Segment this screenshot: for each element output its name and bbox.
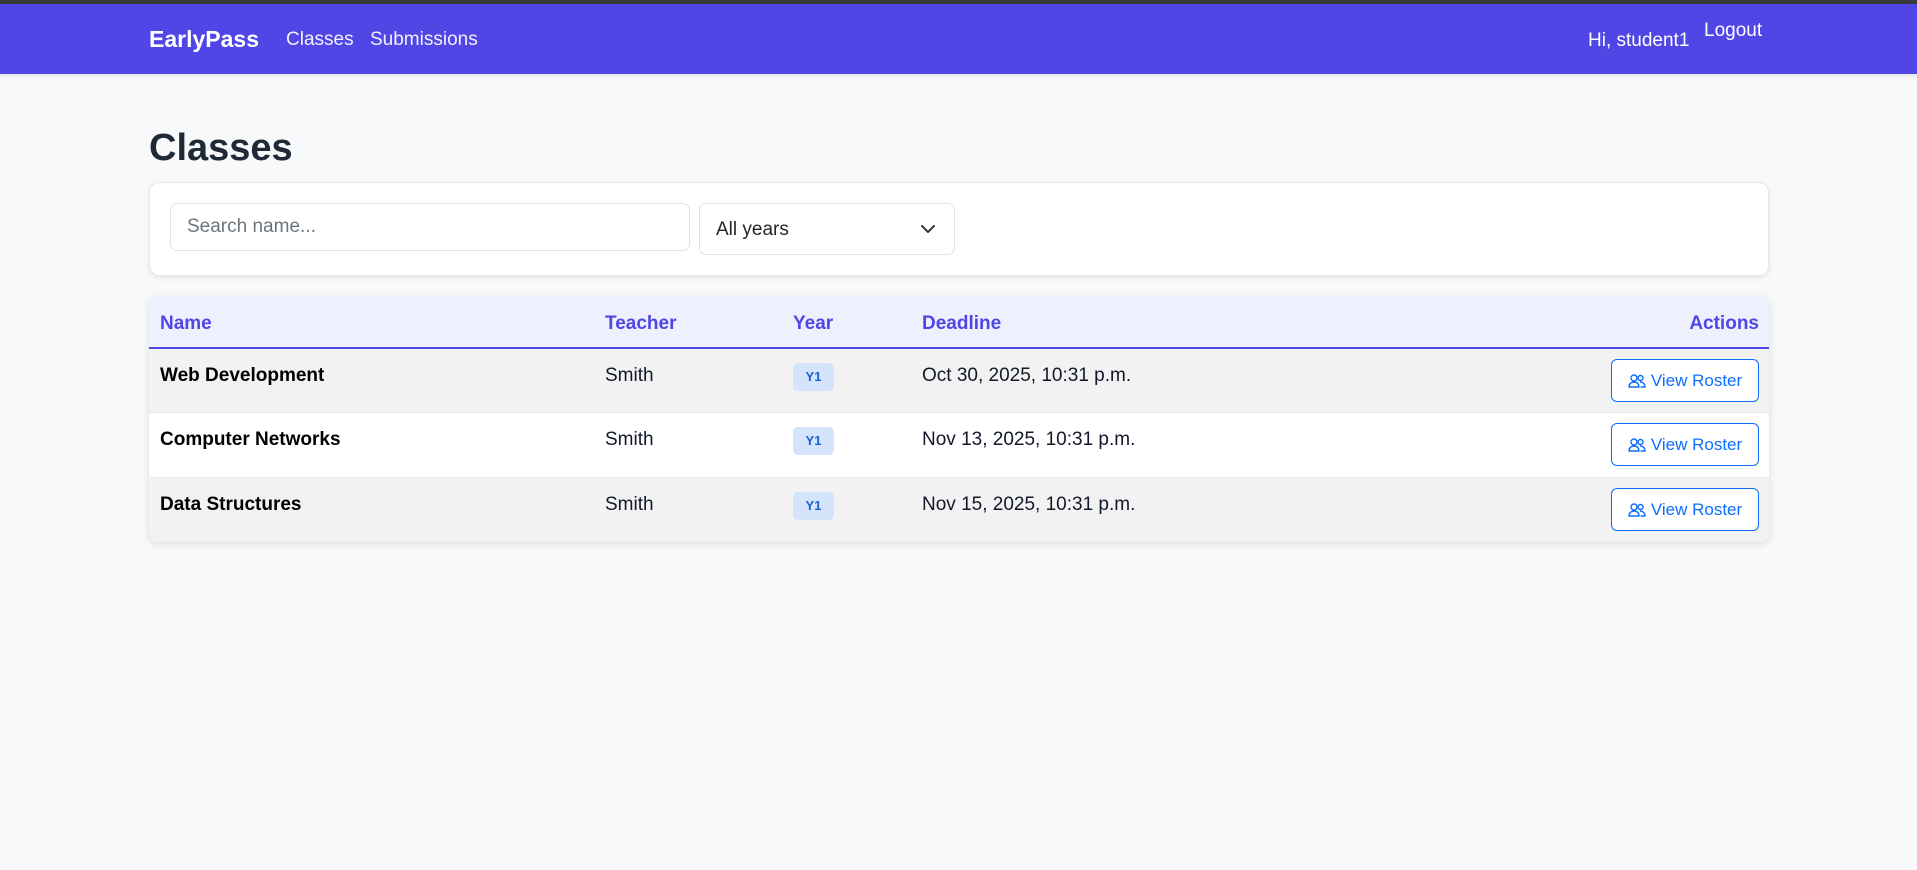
table-row: Computer Networks Smith Y1 Nov 13, 2025,… [149,413,1769,478]
classes-table: Name Teacher Year Deadline Actions Web D… [149,296,1769,542]
class-teacher: Smith [605,365,654,386]
column-header-name: Name [160,313,212,334]
people-icon [1628,437,1646,452]
table-header-row: Name Teacher Year Deadline Actions [149,296,1769,349]
year-select[interactable]: All years [699,203,955,255]
year-badge: Y1 [793,363,834,391]
view-roster-button[interactable]: View Roster [1611,359,1759,402]
column-header-actions: Actions [1689,313,1759,334]
people-icon [1628,373,1646,388]
class-deadline: Nov 13, 2025, 10:31 p.m. [922,429,1136,450]
search-input[interactable] [170,203,690,251]
view-roster-button[interactable]: View Roster [1611,488,1759,531]
column-header-deadline: Deadline [922,313,1002,334]
year-badge: Y1 [793,427,834,455]
year-select-value: All years [716,219,789,240]
user-greeting: Hi, student1 [1588,30,1690,51]
table-row: Web Development Smith Y1 Oct 30, 2025, 1… [149,349,1769,413]
page-title: Classes [149,127,293,169]
nav-link-submissions[interactable]: Submissions [370,29,478,51]
column-header-teacher: Teacher [605,313,677,334]
class-name: Computer Networks [160,429,341,450]
class-name: Web Development [160,365,325,386]
view-roster-label: View Roster [1650,370,1743,390]
class-deadline: Oct 30, 2025, 10:31 p.m. [922,365,1132,386]
chevron-down-icon [921,225,935,233]
nav-link-classes[interactable]: Classes [286,29,354,51]
table-row: Data Structures Smith Y1 Nov 15, 2025, 1… [149,478,1769,542]
year-badge: Y1 [793,492,834,520]
column-header-year: Year [793,313,834,334]
class-name: Data Structures [160,494,302,515]
class-teacher: Smith [605,429,654,450]
people-icon [1628,502,1646,517]
class-teacher: Smith [605,494,654,515]
view-roster-label: View Roster [1650,434,1743,454]
logout-button[interactable]: Logout [1704,20,1762,42]
filter-card: All years [149,182,1769,276]
navbar: EarlyPass Classes Submissions Hi, studen… [0,4,1917,74]
brand-logo[interactable]: EarlyPass [149,26,259,53]
view-roster-button[interactable]: View Roster [1611,423,1759,466]
class-deadline: Nov 15, 2025, 10:31 p.m. [922,494,1136,515]
view-roster-label: View Roster [1650,499,1743,519]
